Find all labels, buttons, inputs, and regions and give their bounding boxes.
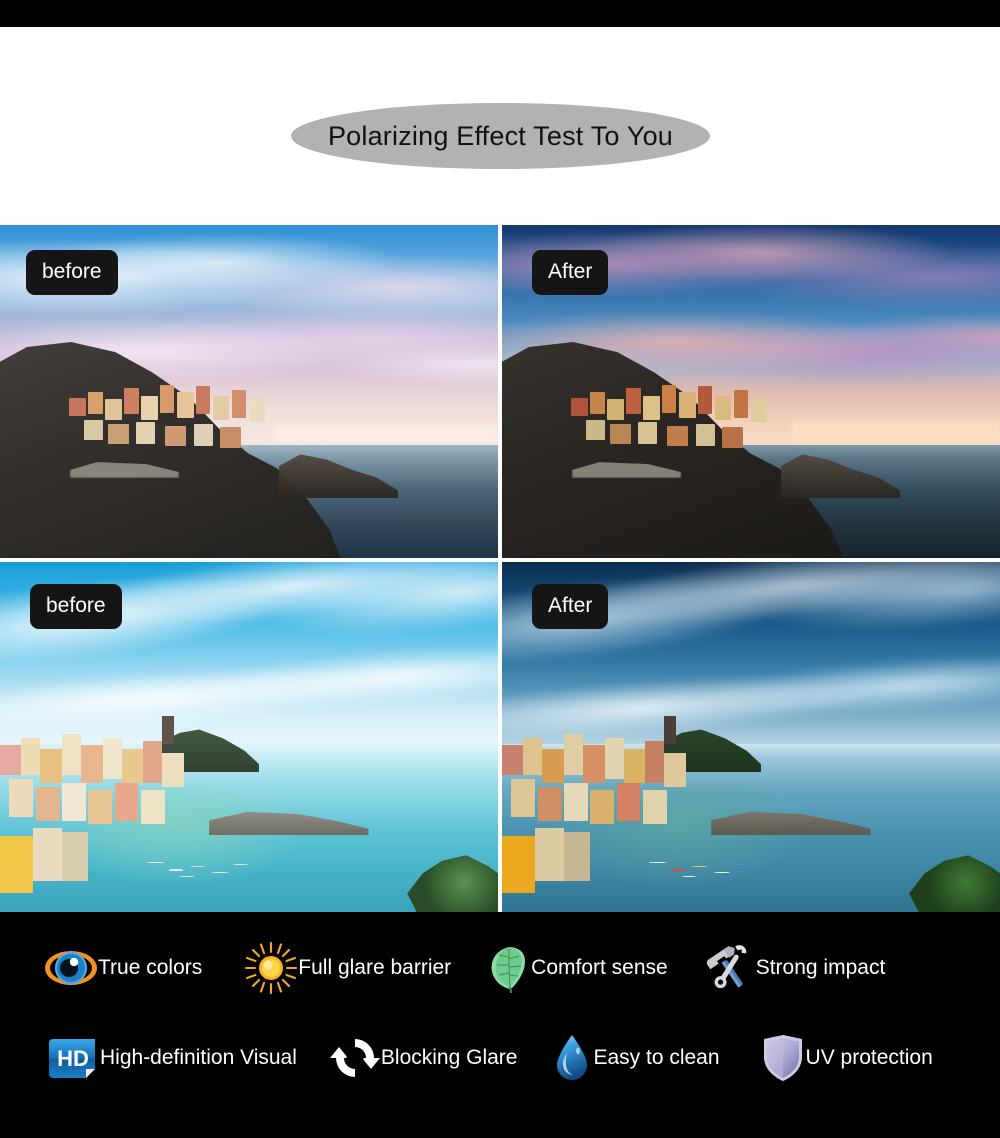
feature-uv-protection[interactable]: UV protection [760,1030,933,1086]
sun-icon [244,942,298,994]
comparison-grid: before After before After [0,225,1000,912]
feature-strip: True colors Full glare barrier Comfort s… [0,912,1000,1138]
feature-row-2: HD High-definition Visual Blocking Glare… [0,1030,1000,1086]
feature-label: Strong impact [755,956,886,979]
title-pill: Polarizing Effect Test To You [291,103,710,169]
feature-easy-to-clean[interactable]: Easy to clean [551,1030,720,1086]
comparison-cell-row2-after: After [502,562,1000,912]
village-cluster [60,372,299,465]
recycle-icon [329,1033,381,1083]
leaf-icon [487,943,531,993]
label-before-row2: before [30,584,122,629]
feature-comfort-sense[interactable]: Comfort sense [487,940,668,996]
feature-label: True colors [98,956,203,979]
water-drop-icon [551,1033,593,1083]
feature-blocking-glare[interactable]: Blocking Glare [329,1030,518,1086]
svg-text:HD: HD [57,1046,89,1071]
comparison-cell-row2-before: before [0,562,498,912]
top-black-bar [0,0,1000,27]
feature-label: Full glare barrier [298,956,452,979]
page-title: Polarizing Effect Test To You [327,120,674,151]
boats [631,842,810,891]
feature-full-glare-barrier[interactable]: Full glare barrier [244,940,451,996]
shield-icon [760,1033,806,1083]
feature-true-colors[interactable]: True colors [44,940,202,996]
village-cluster [562,372,801,465]
feature-label: High-definition Visual [100,1046,297,1069]
feature-label: Blocking Glare [380,1046,518,1069]
hd-badge-icon: HD [48,1033,100,1083]
feature-row-1: True colors Full glare barrier Comfort s… [0,940,1000,996]
feature-high-definition-visual[interactable]: HD High-definition Visual [48,1030,297,1086]
title-section: Polarizing Effect Test To You [0,27,1000,225]
feature-strong-impact[interactable]: Strong impact [704,940,886,996]
product-detail-page: Polarizing Effect Test To You before Aft… [0,0,1000,1138]
comparison-cell-row1-after: After [502,225,1000,558]
feature-label: UV protection [805,1046,933,1069]
label-after-row2: After [532,584,609,629]
boats [129,842,308,891]
label-after-row1: After [532,250,609,295]
eye-icon [44,943,98,993]
feature-label: Easy to clean [593,1046,720,1069]
feature-label: Comfort sense [531,956,668,979]
label-before-row1: before [26,250,118,295]
tools-icon [704,943,756,993]
comparison-cell-row1-before: before [0,225,498,558]
